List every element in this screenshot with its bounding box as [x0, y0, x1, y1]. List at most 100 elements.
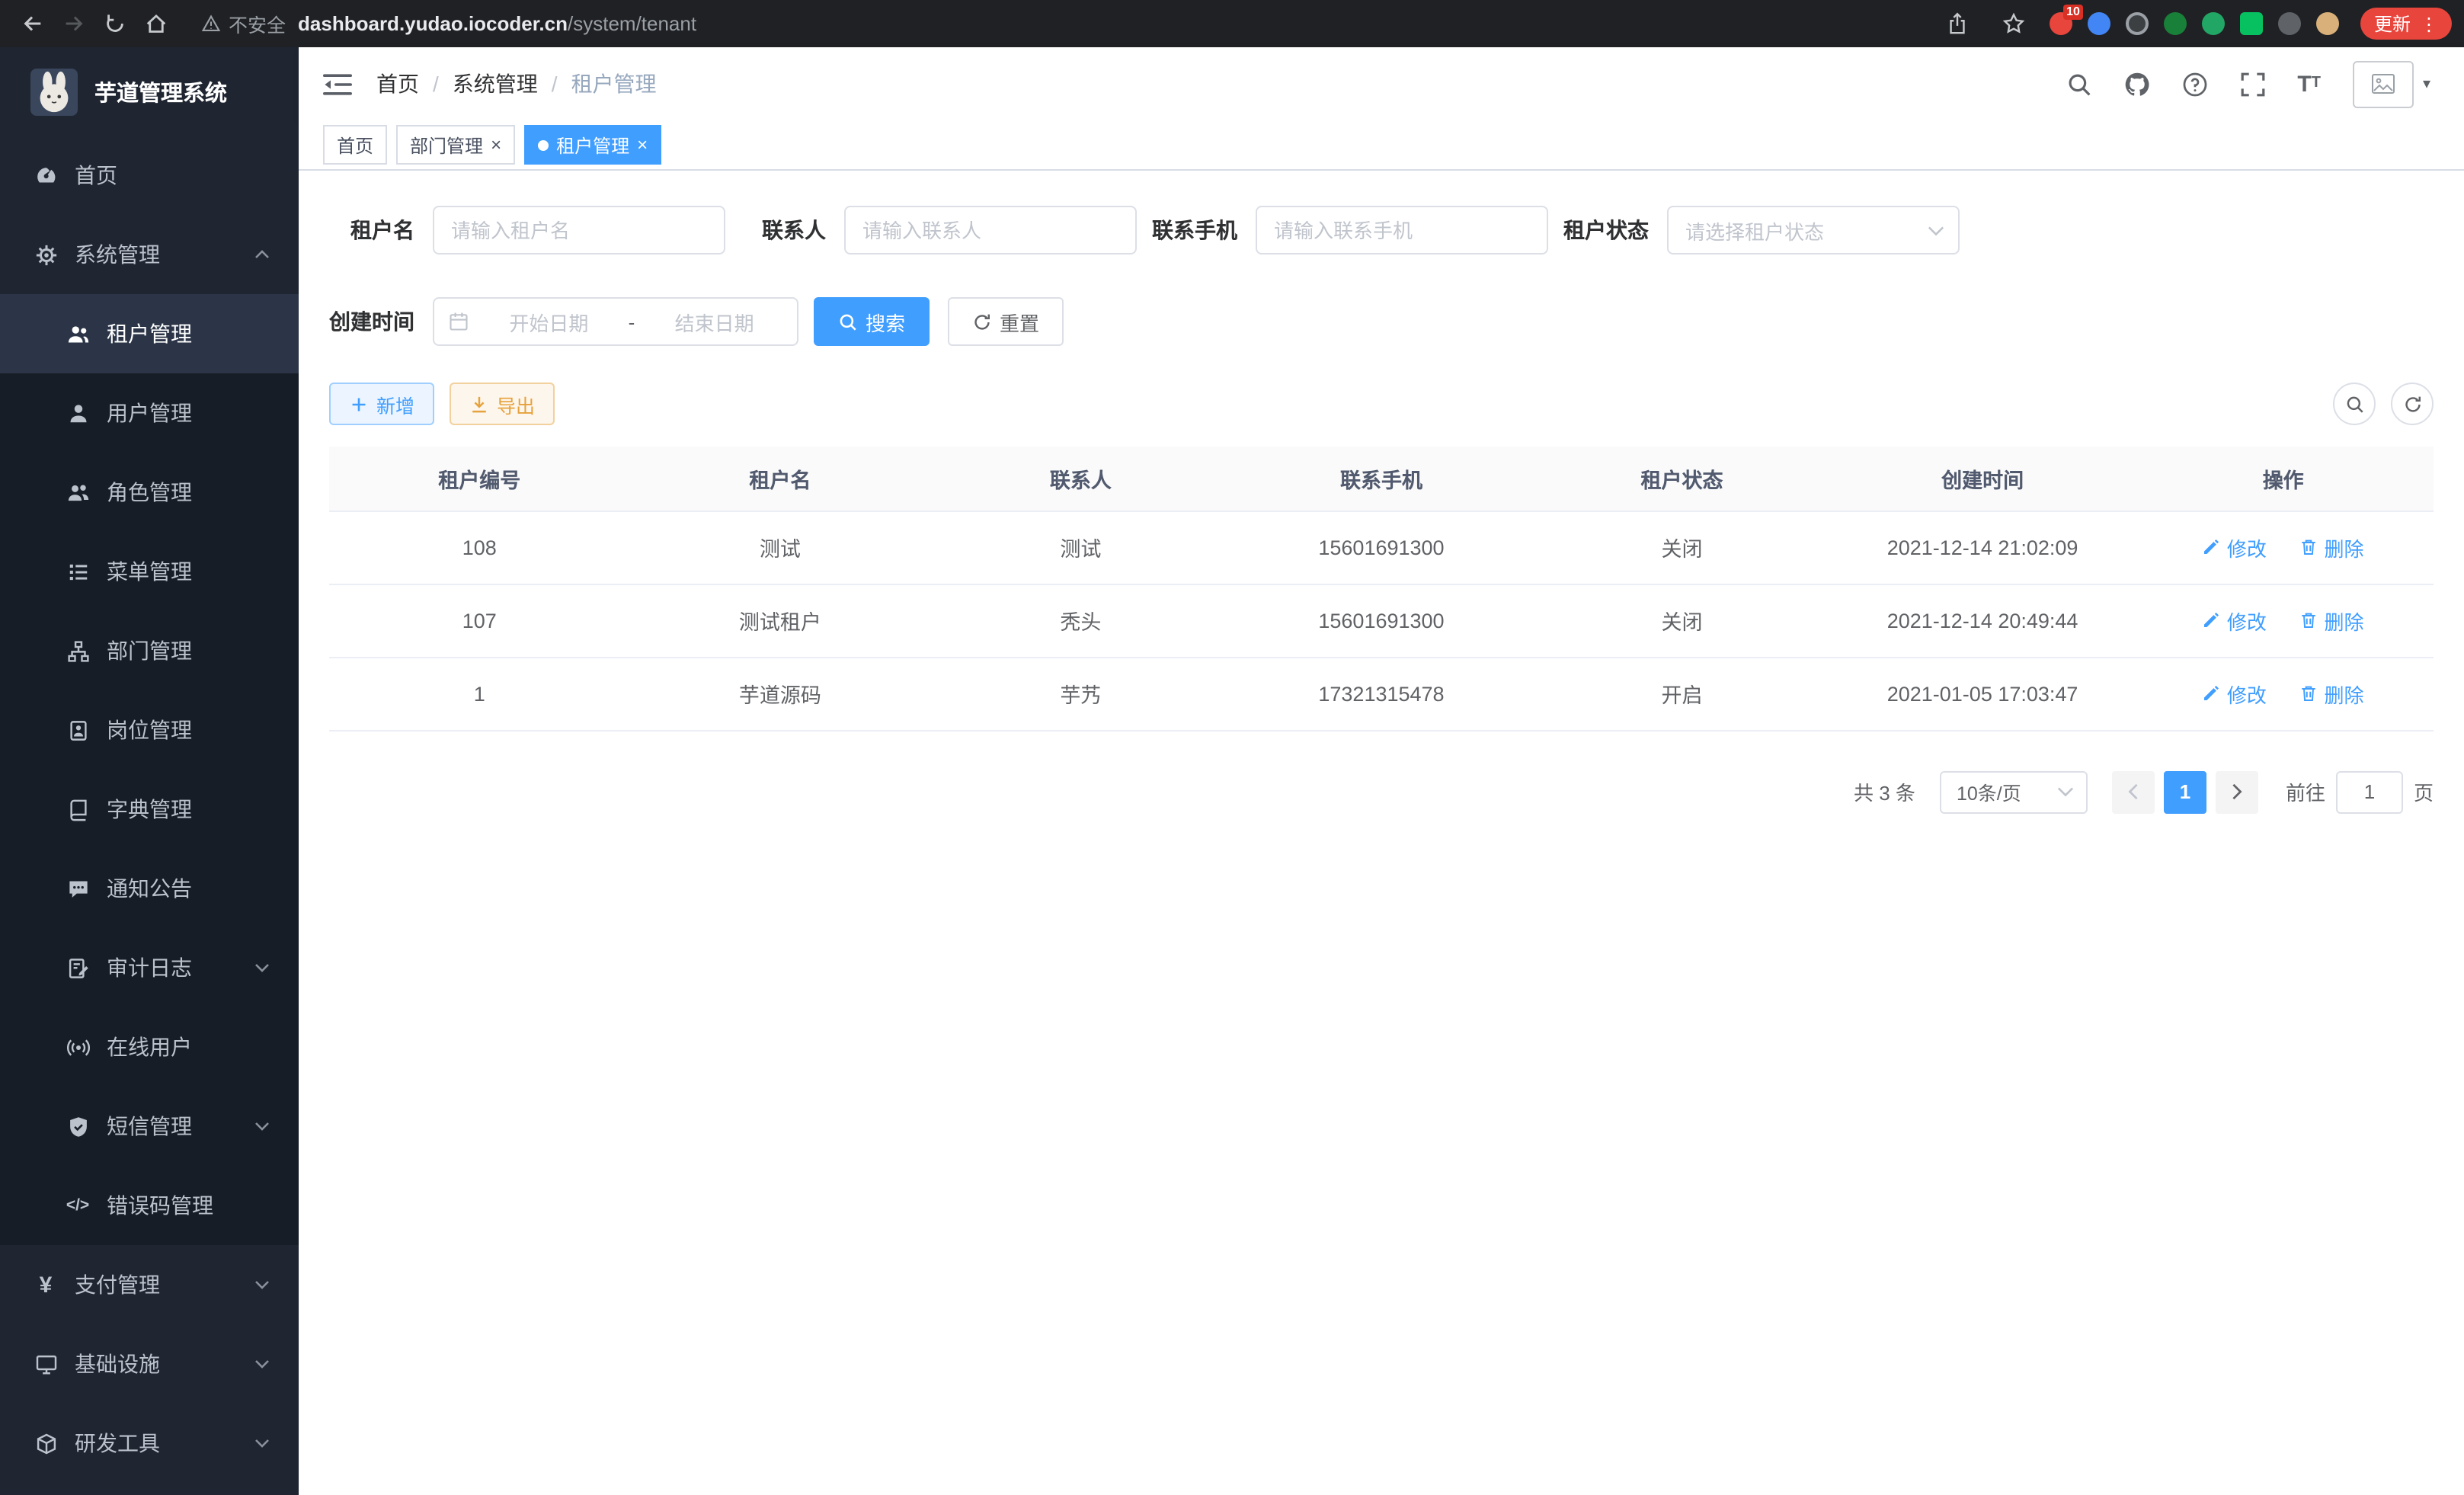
prev-page-button[interactable] [2112, 770, 2155, 813]
notice-icon [66, 876, 90, 901]
reload-button[interactable] [94, 3, 136, 44]
sidebar-item[interactable]: 短信管理 [0, 1087, 299, 1166]
extension-icon[interactable] [2240, 12, 2263, 35]
date-range-picker[interactable]: 开始日期 - 结束日期 [433, 297, 798, 346]
sidebar-item[interactable]: 首页 [0, 136, 299, 215]
filter-form-row-1: 租户名 联系人 联系手机 租户状态 请选择租户状态 [329, 206, 2434, 255]
tenant-name-input[interactable] [433, 206, 725, 255]
fullscreen-icon[interactable] [2239, 71, 2265, 97]
sidebar-item[interactable]: 研发工具 [0, 1404, 299, 1483]
cell-created-time: 2021-12-14 20:49:44 [1832, 584, 2133, 657]
breadcrumb-item[interactable]: 首页 [376, 69, 419, 99]
tab[interactable]: 租户管理 × [524, 125, 661, 165]
edit-link[interactable]: 修改 [2203, 679, 2267, 708]
extension-icon[interactable]: 10 [2050, 12, 2072, 35]
sidebar-item[interactable]: 租户管理 [0, 294, 299, 373]
chevron-icon [254, 1439, 271, 1448]
sidebar-item[interactable]: 通知公告 [0, 849, 299, 928]
edit-pencil-icon [2203, 538, 2221, 556]
navbar-actions: TT ▾ [2066, 60, 2430, 107]
next-page-button[interactable] [2216, 770, 2258, 813]
table-body: 108 测试 测试 15601691300 关闭 2021-12-14 21:0… [329, 511, 2434, 730]
search-icon[interactable] [2066, 71, 2091, 97]
show-search-button[interactable] [2333, 383, 2376, 425]
delete-link[interactable]: 删除 [2299, 606, 2363, 635]
security-chip[interactable]: 不安全 [201, 9, 286, 38]
share-button[interactable] [1937, 3, 1978, 44]
font-size-icon[interactable]: TT [2297, 72, 2321, 95]
trash-icon [2299, 611, 2318, 629]
sidebar-item[interactable]: 用户管理 [0, 373, 299, 453]
cell-tenant-id: 1 [329, 657, 630, 730]
warning-icon [201, 14, 221, 34]
refresh-icon [972, 312, 992, 331]
contact-input[interactable] [844, 206, 1137, 255]
page-number-button[interactable]: 1 [2164, 770, 2206, 813]
sidebar-item[interactable]: 岗位管理 [0, 690, 299, 770]
sidebar-item[interactable]: 角色管理 [0, 453, 299, 532]
start-date-placeholder: 开始日期 [480, 307, 618, 336]
extension-icon[interactable] [2088, 12, 2110, 35]
table-header-row: 租户编号租户名联系人联系手机租户状态创建时间操作 [329, 447, 2434, 511]
home-button[interactable] [136, 3, 177, 44]
edit-link[interactable]: 修改 [2203, 533, 2267, 562]
browser-chrome: 不安全 dashboard.yudao.iocoder.cn/system/te… [0, 0, 2464, 47]
column-header: 联系手机 [1231, 447, 1532, 511]
address-bar[interactable]: 不安全 dashboard.yudao.iocoder.cn/system/te… [177, 9, 1937, 38]
github-icon[interactable] [2123, 71, 2149, 97]
search-button[interactable]: 搜索 [814, 297, 930, 346]
export-button[interactable]: 导出 [450, 383, 555, 425]
chevron-right-icon [2231, 783, 2243, 800]
end-date-placeholder: 结束日期 [645, 307, 783, 336]
sidebar-item[interactable]: ¥ 支付管理 [0, 1245, 299, 1324]
profile-avatar-icon[interactable] [2316, 12, 2339, 35]
sidebar-toggle-button[interactable] [323, 71, 352, 97]
extensions-puzzle-icon[interactable] [2278, 12, 2301, 35]
sidebar-item[interactable]: 基础设施 [0, 1324, 299, 1404]
bookmark-star-button[interactable] [1993, 3, 2034, 44]
reset-button[interactable]: 重置 [948, 297, 1064, 346]
add-button[interactable]: 新增 [329, 383, 434, 425]
phone-input[interactable] [1256, 206, 1548, 255]
sidebar-item[interactable]: 审计日志 [0, 928, 299, 1007]
sidebar-item[interactable]: </> 错误码管理 [0, 1166, 299, 1245]
delete-link[interactable]: 删除 [2299, 679, 2363, 708]
field-label: 租户状态 [1563, 215, 1649, 245]
tab-close-icon[interactable]: × [491, 136, 501, 154]
tab[interactable]: 首页 × [323, 125, 387, 165]
extension-icon[interactable] [2126, 12, 2149, 35]
edit-link[interactable]: 修改 [2203, 606, 2267, 635]
cell-contact: 秃头 [930, 584, 1231, 657]
cell-phone: 17321315478 [1231, 657, 1532, 730]
extension-icon[interactable] [2164, 12, 2187, 35]
sidebar-item[interactable]: 系统管理 [0, 215, 299, 294]
select-placeholder: 请选择租户状态 [1685, 216, 1824, 245]
user-avatar[interactable]: ▾ [2353, 60, 2430, 107]
sidebar-item[interactable]: 在线用户 [0, 1007, 299, 1087]
status-select[interactable]: 请选择租户状态 [1667, 206, 1960, 255]
back-button[interactable] [12, 3, 53, 44]
kebab-menu-icon[interactable]: ⋮ [2420, 13, 2438, 34]
forward-button[interactable] [53, 3, 94, 44]
help-icon[interactable] [2181, 71, 2207, 97]
avatar-broken-image-icon [2353, 60, 2414, 107]
breadcrumb-separator: / [552, 72, 558, 96]
update-button[interactable]: 更新⋮ [2360, 8, 2452, 40]
edit-pencil-icon [2203, 611, 2221, 629]
extension-icon[interactable] [2202, 12, 2225, 35]
goto-page-input[interactable] [2336, 770, 2403, 813]
tab-close-icon[interactable]: × [637, 136, 648, 154]
table-row: 108 测试 测试 15601691300 关闭 2021-12-14 21:0… [329, 511, 2434, 584]
sidebar-item[interactable]: 部门管理 [0, 611, 299, 690]
breadcrumb-item[interactable]: 系统管理 [453, 69, 538, 99]
delete-link[interactable]: 删除 [2299, 533, 2363, 562]
app-logo-row[interactable]: 芋道管理系统 [0, 47, 299, 136]
refresh-button[interactable] [2391, 383, 2434, 425]
sidebar-item[interactable]: 菜单管理 [0, 532, 299, 611]
breadcrumb-separator: / [433, 72, 439, 96]
cell-actions: 修改 删除 [2133, 584, 2434, 657]
page-size-value: 10条/页 [1957, 777, 2021, 806]
page-size-select[interactable]: 10条/页 [1940, 770, 2088, 813]
tab[interactable]: 部门管理 × [396, 125, 515, 165]
sidebar-item[interactable]: 字典管理 [0, 770, 299, 849]
